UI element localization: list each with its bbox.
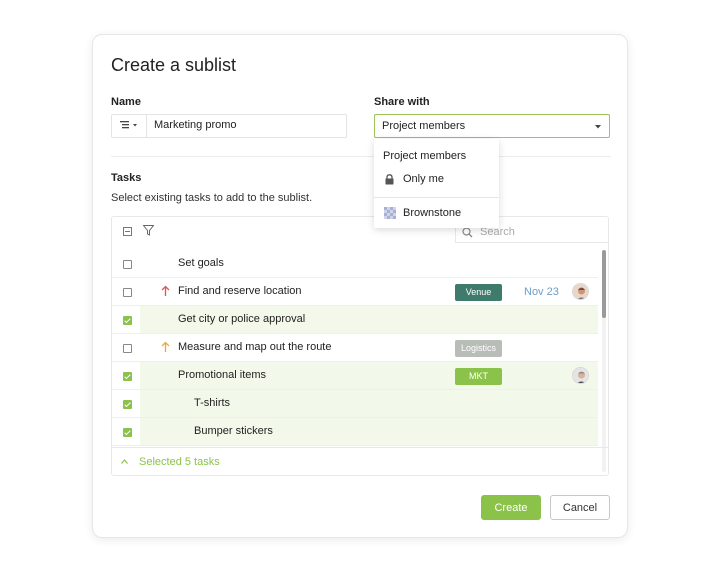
create-sublist-dialog: Create a sublist Name Marketing promo Sh… [92, 34, 628, 538]
share-with-dropdown: Project members Only me Brownstone [374, 139, 499, 228]
search-icon [462, 227, 473, 238]
due-date: Nov 23 [524, 286, 559, 298]
task-checkbox-checked[interactable] [123, 400, 132, 409]
task-name: Set goals [178, 257, 224, 269]
arrow-up-icon [161, 285, 170, 296]
dialog-title: Create a sublist [111, 55, 237, 75]
divider [111, 156, 611, 157]
tasks-toolbar: Search [112, 217, 608, 245]
cancel-button[interactable]: Cancel [550, 495, 610, 520]
filter-icon[interactable] [143, 225, 154, 236]
share-with-label: Share with [374, 96, 430, 108]
task-checkbox[interactable] [123, 260, 132, 269]
tag-badge[interactable]: Logistics [455, 340, 502, 357]
tag-badge[interactable]: MKT [455, 368, 502, 385]
list-icon [120, 121, 137, 129]
task-row[interactable]: T-shirts [112, 390, 598, 418]
dropdown-divider [374, 197, 499, 198]
share-with-select[interactable]: Project members [374, 114, 610, 138]
task-checkbox[interactable] [123, 344, 132, 353]
name-field[interactable]: Marketing promo [111, 114, 347, 138]
create-button[interactable]: Create [481, 495, 541, 520]
selected-count[interactable]: Selected 5 tasks [139, 456, 220, 468]
name-value[interactable]: Marketing promo [154, 119, 237, 131]
task-checkbox[interactable] [123, 288, 132, 297]
task-name: Promotional items [178, 369, 267, 381]
task-row[interactable]: Find and reserve location Venue Nov 23 [112, 278, 598, 306]
tag-badge[interactable]: Venue [455, 284, 502, 301]
tasks-label: Tasks [111, 172, 142, 184]
tasks-panel: Search Set goals Find and reserve locati… [111, 216, 609, 476]
task-name: Get city or police approval [178, 313, 306, 325]
avatar [572, 283, 589, 300]
avatar [572, 367, 589, 384]
task-row[interactable]: Get city or police approval [112, 306, 598, 334]
scrollbar[interactable] [602, 250, 606, 472]
chevron-down-icon [595, 125, 601, 129]
task-name: Bumper stickers [194, 425, 273, 437]
option-project-members[interactable]: Project members [374, 145, 499, 167]
arrow-up-icon [161, 341, 170, 352]
option-brownstone[interactable]: Brownstone [374, 202, 499, 224]
selected-summary-bar[interactable]: Selected 5 tasks [111, 447, 609, 475]
task-row[interactable]: Set goals [112, 250, 598, 278]
team-icon [384, 207, 396, 219]
task-checkbox-checked[interactable] [123, 428, 132, 437]
task-checkbox-checked[interactable] [123, 372, 132, 381]
scroll-thumb[interactable] [602, 250, 606, 318]
lock-icon [385, 174, 394, 185]
list-format-dropdown[interactable] [112, 115, 147, 137]
task-row[interactable]: Measure and map out the route Logistics [112, 334, 598, 362]
task-name: T-shirts [194, 397, 231, 409]
collapse-all-icon[interactable] [123, 227, 132, 236]
option-label: Brownstone [403, 207, 462, 219]
chevron-up-icon [121, 459, 128, 464]
task-row[interactable]: Bumper stickers [112, 418, 598, 446]
share-with-value: Project members [382, 120, 466, 132]
tasks-hint: Select existing tasks to add to the subl… [111, 192, 313, 204]
name-label: Name [111, 96, 141, 108]
task-name: Find and reserve location [178, 285, 302, 297]
option-only-me[interactable]: Only me [374, 168, 499, 190]
option-label: Only me [403, 173, 444, 185]
task-checkbox-checked[interactable] [123, 316, 132, 325]
task-name: Measure and map out the route [178, 341, 332, 353]
task-row[interactable]: Promotional items MKT [112, 362, 598, 390]
option-label: Project members [383, 150, 467, 162]
